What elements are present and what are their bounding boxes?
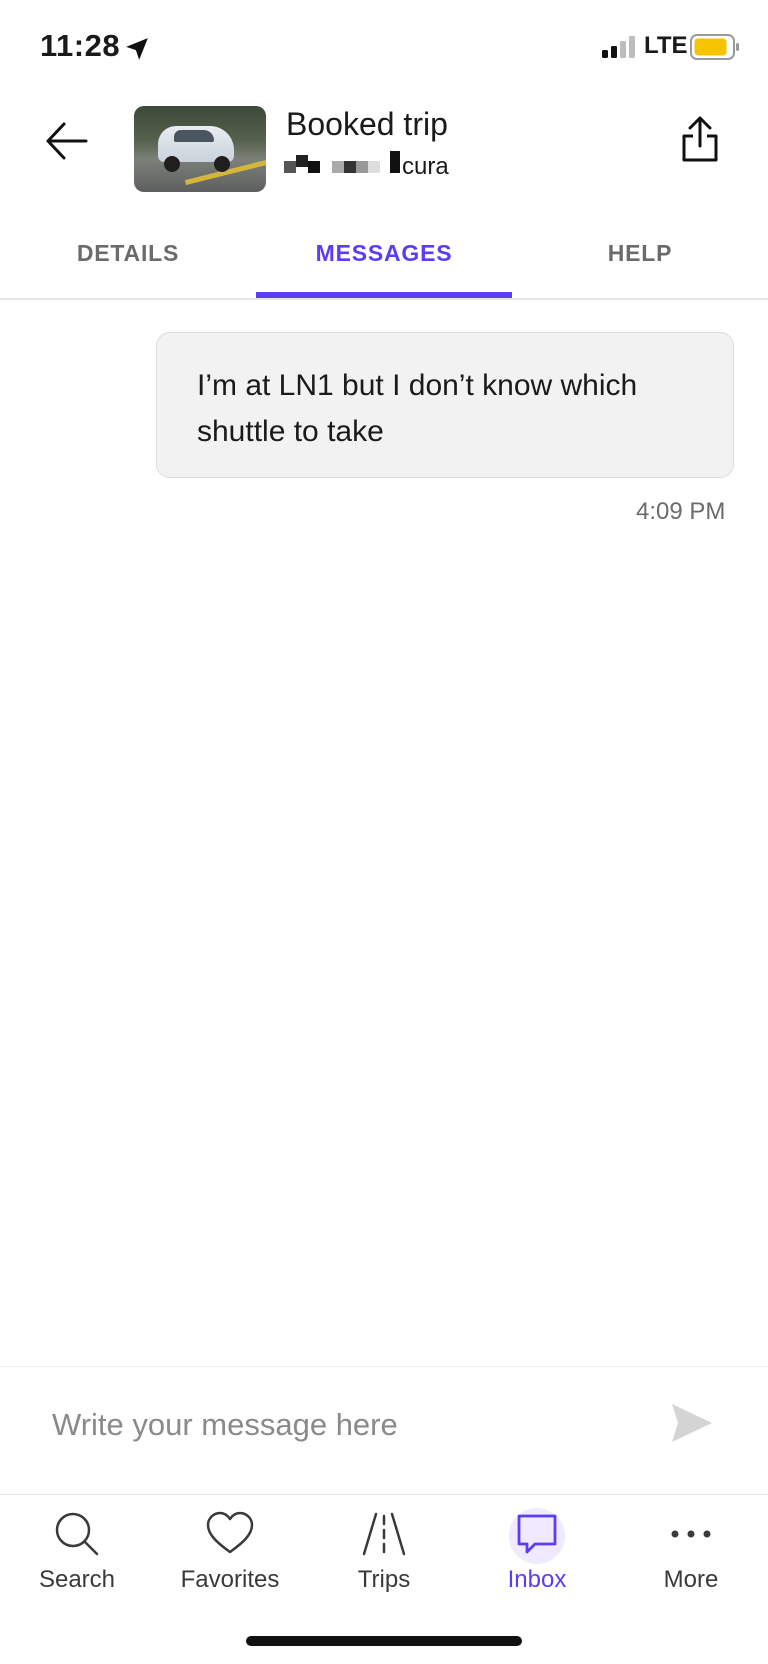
back-arrow-icon[interactable] (44, 118, 90, 164)
message-timestamp: 4:09 PM (636, 498, 726, 525)
message-bubble[interactable]: I’m at LN1 but I don’t know which shuttl… (156, 332, 734, 478)
more-icon (671, 1530, 711, 1538)
car-thumbnail[interactable] (134, 106, 266, 192)
heart-icon (206, 1511, 254, 1554)
tab-details[interactable]: DETAILS (0, 240, 256, 267)
trip-subtitle: cura (284, 151, 449, 180)
tab-help[interactable]: HELP (512, 240, 768, 267)
tab-bar: DETAILS MESSAGES HELP (0, 222, 768, 300)
share-icon[interactable] (680, 114, 720, 164)
location-arrow-icon (126, 38, 148, 60)
active-tab-indicator (256, 292, 512, 298)
search-icon (55, 1512, 99, 1556)
battery-icon (690, 34, 739, 60)
trip-subtitle-text: cura (402, 153, 449, 180)
nav-search-label: Search (38, 1566, 116, 1593)
trip-title: Booked trip (286, 106, 448, 142)
nav-more-label: More (663, 1566, 719, 1593)
status-time: 11:28 (40, 28, 121, 63)
message-input[interactable] (28, 1398, 686, 1452)
nav-trips-label: Trips (357, 1566, 411, 1593)
nav-divider (0, 1494, 768, 1495)
nav-search[interactable]: Search (0, 1500, 154, 1610)
nav-inbox[interactable]: Inbox (460, 1500, 614, 1610)
signal-icon (602, 36, 635, 58)
chat-icon (517, 1514, 557, 1554)
nav-trips[interactable]: Trips (307, 1500, 461, 1610)
composer-divider (0, 1366, 768, 1367)
send-icon[interactable] (670, 1402, 714, 1444)
network-label: LTE (644, 32, 688, 59)
tab-messages[interactable]: MESSAGES (256, 240, 512, 267)
nav-inbox-label: Inbox (507, 1566, 567, 1593)
nav-favorites-label: Favorites (180, 1566, 280, 1593)
nav-more[interactable]: More (614, 1500, 768, 1610)
road-icon (362, 1512, 406, 1556)
home-indicator (246, 1636, 522, 1646)
nav-favorites[interactable]: Favorites (153, 1500, 307, 1610)
